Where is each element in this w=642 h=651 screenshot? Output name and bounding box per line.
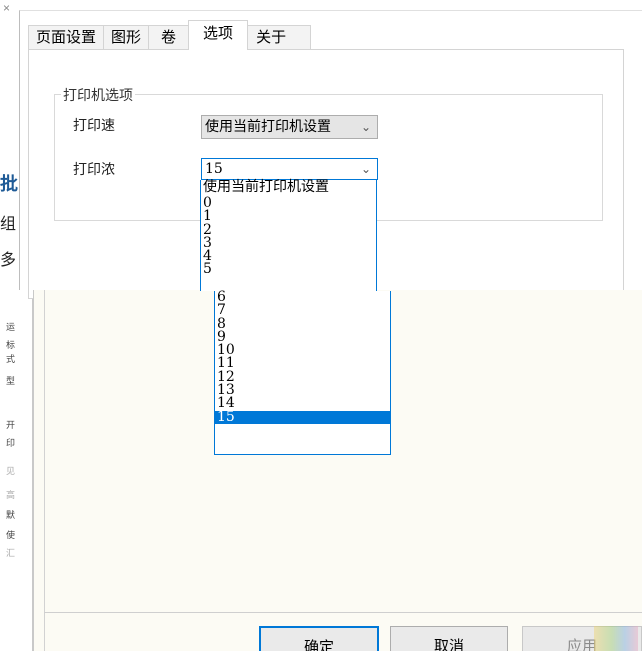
dropdown-option[interactable]: 11	[215, 356, 390, 370]
dropdown-option[interactable]: 0	[201, 196, 376, 210]
chevron-down-icon: ⌄	[360, 120, 371, 134]
tab-roll[interactable]: 卷	[148, 25, 190, 50]
dropdown-option[interactable]: 9	[215, 330, 390, 344]
density-dropdown-list: 使用当前打印机设置 0 1 2 3 4 5	[200, 180, 377, 291]
side-list-item: 汇	[6, 548, 16, 558]
screen-artifact	[594, 626, 638, 651]
ok-button[interactable]: 确定	[259, 626, 379, 651]
side-list-item: 高	[6, 490, 16, 500]
chevron-down-icon: ⌄	[360, 162, 371, 176]
side-list-item: 印	[6, 438, 16, 448]
dropdown-option[interactable]: 使用当前打印机设置	[201, 180, 376, 197]
side-list-item: 默	[6, 510, 16, 520]
side-list-item: 见	[6, 466, 16, 476]
divider	[44, 612, 642, 613]
group-title: 打印机选项	[61, 85, 135, 105]
side-list-item: 型	[6, 376, 16, 386]
dropdown-option[interactable]: 3	[201, 236, 376, 250]
dropdown-option[interactable]: 8	[215, 316, 390, 331]
dropdown-option[interactable]: 12	[215, 370, 390, 384]
tab-bar: 页面设置 图形 卷 选项 关于	[28, 20, 312, 50]
side-list-item: 运	[6, 322, 16, 332]
close-icon[interactable]: ×	[3, 1, 10, 15]
print-density-select[interactable]: 15 ⌄	[201, 158, 378, 180]
background-heading-fragment: 批	[0, 174, 18, 194]
dropdown-option[interactable]: 2	[201, 222, 376, 237]
dropdown-option[interactable]: 6	[215, 290, 390, 304]
print-speed-value: 使用当前打印机设置	[205, 119, 331, 135]
dropdown-option[interactable]: 4	[201, 249, 376, 263]
tab-page-setup[interactable]: 页面设置	[28, 25, 105, 50]
density-dropdown-list-continued: 6 7 8 9 10 11 12 13 14 15	[214, 290, 391, 455]
print-speed-label: 打印速	[73, 118, 115, 134]
dropdown-option[interactable]: 14	[215, 396, 390, 410]
tab-options[interactable]: 选项	[188, 20, 249, 50]
side-list-item: 开	[6, 420, 16, 430]
dropdown-option[interactable]: 1	[201, 209, 376, 223]
dropdown-option[interactable]: 10	[215, 343, 390, 357]
side-list-item: 标	[6, 340, 16, 350]
background-text-fragment: 多	[0, 252, 17, 269]
dropdown-option[interactable]: 5	[201, 262, 376, 276]
cancel-button[interactable]: 取消	[390, 626, 508, 651]
print-speed-select[interactable]: 使用当前打印机设置 ⌄	[201, 115, 378, 139]
print-density-value: 15	[205, 161, 223, 177]
background-text-fragment: 组	[0, 216, 17, 233]
print-density-label: 打印浓	[73, 162, 115, 178]
dropdown-option[interactable]: 15	[215, 410, 390, 424]
dropdown-option[interactable]: 7	[215, 303, 390, 317]
side-list-item: 使	[6, 530, 16, 540]
side-list-item: 式	[6, 354, 16, 364]
background-side-list: 运 标 式 型 开 印 见 高 默 使 汇	[0, 290, 33, 651]
tab-graphics[interactable]: 图形	[103, 25, 150, 50]
dialog-inner-border	[44, 290, 48, 651]
dropdown-option[interactable]: 13	[215, 383, 390, 397]
tab-about[interactable]: 关于	[247, 25, 312, 50]
